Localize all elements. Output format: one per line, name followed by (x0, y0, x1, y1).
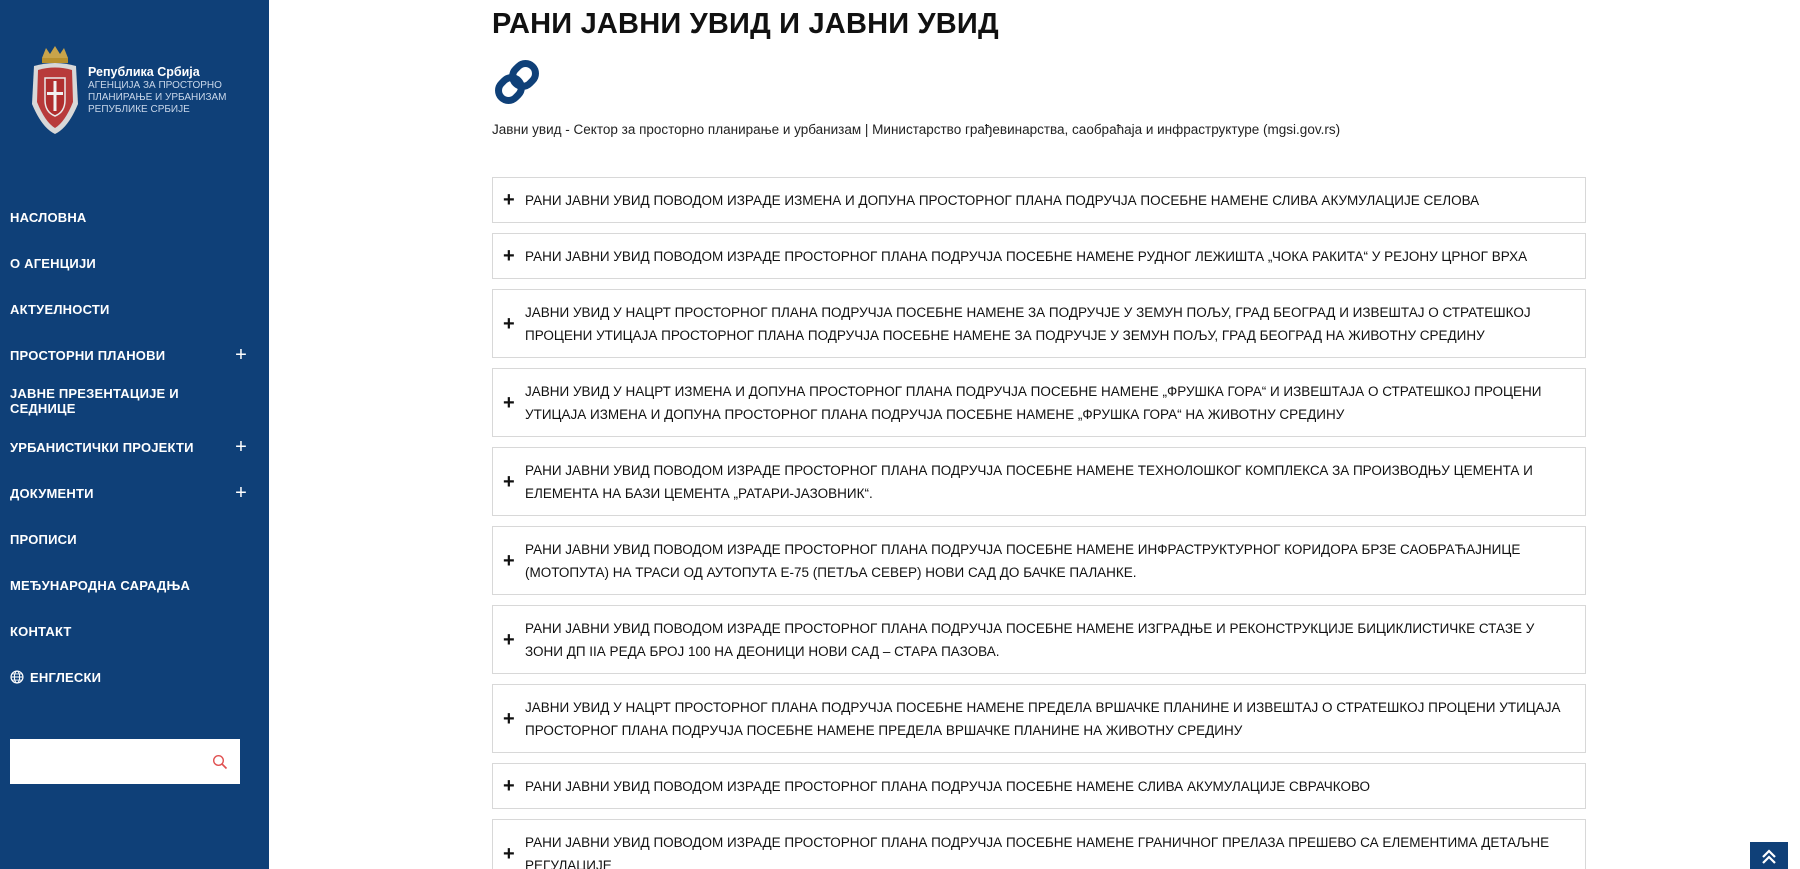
logo-text: Република Србија АГЕНЦИЈА ЗА ПРОСТОРНО П… (88, 65, 227, 116)
accordion-item[interactable]: + РАНИ ЈАВНИ УВИД ПОВОДОМ ИЗРАДЕ ПРОСТОР… (492, 447, 1586, 516)
link-icon[interactable] (492, 56, 542, 108)
plus-icon: + (503, 842, 515, 865)
plus-icon: + (503, 775, 515, 797)
accordion-item-label: РАНИ ЈАВНИ УВИД ПОВОДОМ ИЗРАДЕ ПРОСТОРНО… (525, 248, 1528, 264)
search-input[interactable] (20, 746, 190, 777)
plus-icon: + (503, 470, 515, 493)
expand-icon[interactable]: + (235, 483, 247, 503)
chevrons-up-icon (1762, 849, 1776, 864)
accordion-item-label: РАНИ ЈАВНИ УВИД ПОВОДОМ ИЗРАДЕ ПРОСТОРНО… (525, 778, 1371, 794)
nav-item-label: КОНТАКТ (10, 623, 72, 639)
accordion-item[interactable]: + ЈАВНИ УВИД У НАЦРТ ПРОСТОРНОГ ПЛАНА ПО… (492, 684, 1586, 753)
accordion-item-label: РАНИ ЈАВНИ УВИД ПОВОДОМ ИЗРАДЕ ИЗМЕНА И … (525, 192, 1480, 208)
nav-item-label: ЕНГЛЕСКИ (30, 669, 102, 685)
accordion-item-label: ЈАВНИ УВИД У НАЦРТ ИЗМЕНА И ДОПУНА ПРОСТ… (525, 383, 1542, 422)
nav-item-label: НАСЛОВНА (10, 209, 87, 225)
accordion-item-label: РАНИ ЈАВНИ УВИД ПОВОДОМ ИЗРАДЕ ПРОСТОРНО… (525, 541, 1521, 580)
expand-icon[interactable]: + (235, 345, 247, 365)
accordion-item-label: РАНИ ЈАВНИ УВИД ПОВОДОМ ИЗРАДЕ ПРОСТОРНО… (525, 462, 1533, 501)
accordion-item-label: ЈАВНИ УВИД У НАЦРТ ПРОСТОРНОГ ПЛАНА ПОДР… (525, 699, 1561, 738)
accordion-item[interactable]: + РАНИ ЈАВНИ УВИД ПОВОДОМ ИЗРАДЕ ПРОСТОР… (492, 819, 1586, 869)
nav-item-contact[interactable]: КОНТАКТ (0, 608, 269, 654)
accordion-item-label: ЈАВНИ УВИД У НАЦРТ ПРОСТОРНОГ ПЛАНА ПОДР… (525, 304, 1531, 343)
nav-item-spatial-plans[interactable]: ПРОСТОРНИ ПЛАНОВИ + (0, 332, 269, 378)
site-logo[interactable]: Република Србија АГЕНЦИЈА ЗА ПРОСТОРНО П… (28, 44, 227, 136)
logo-subtitle-line: ПЛАНИРАЊЕ И УРБАНИЗАМ (88, 91, 227, 103)
nav-item-documents[interactable]: ДОКУМЕНТИ + (0, 470, 269, 516)
plus-icon: + (503, 312, 515, 335)
nav-item-public-presentations[interactable]: ЈАВНЕ ПРЕЗЕНТАЦИЈЕ И СЕДНИЦЕ (0, 378, 269, 424)
nav-item-about[interactable]: О АГЕНЦИЈИ (0, 240, 269, 286)
nav-item-label: УРБАНИСТИЧКИ ПРОЈЕКТИ (10, 439, 194, 455)
nav-item-home[interactable]: НАСЛОВНА (0, 194, 269, 240)
nav-item-label: ПРОСТОРНИ ПЛАНОВИ (10, 347, 166, 363)
search-icon[interactable] (212, 754, 228, 770)
logo-title: Република Србија (88, 64, 200, 79)
plus-icon: + (503, 391, 515, 414)
plus-icon: + (503, 707, 515, 730)
nav-item-international[interactable]: МЕЂУНАРОДНА САРАДЊА (0, 562, 269, 608)
accordion-item-label: РАНИ ЈАВНИ УВИД ПОВОДОМ ИЗРАДЕ ПРОСТОРНО… (525, 620, 1535, 659)
source-link[interactable]: Јавни увид - Сектор за просторно планира… (492, 122, 1340, 137)
accordion-item[interactable]: + ЈАВНИ УВИД У НАЦРТ ИЗМЕНА И ДОПУНА ПРО… (492, 368, 1586, 437)
accordion-item-label: РАНИ ЈАВНИ УВИД ПОВОДОМ ИЗРАДЕ ПРОСТОРНО… (525, 834, 1550, 869)
nav-item-urban-projects[interactable]: УРБАНИСТИЧКИ ПРОЈЕКТИ + (0, 424, 269, 470)
nav-item-english[interactable]: ЕНГЛЕСКИ (0, 654, 269, 700)
nav-item-regulations[interactable]: ПРОПИСИ (0, 516, 269, 562)
search-box (10, 739, 240, 784)
accordion-item[interactable]: + РАНИ ЈАВНИ УВИД ПОВОДОМ ИЗРАДЕ ИЗМЕНА … (492, 177, 1586, 223)
page-title: РАНИ ЈАВНИ УВИД И ЈАВНИ УВИД (492, 8, 999, 40)
accordion-item[interactable]: + РАНИ ЈАВНИ УВИД ПОВОДОМ ИЗРАДЕ ПРОСТОР… (492, 763, 1586, 809)
main-nav: НАСЛОВНА О АГЕНЦИЈИ АКТУЕЛНОСТИ ПРОСТОРН… (0, 194, 269, 700)
nav-item-label: АКТУЕЛНОСТИ (10, 301, 110, 317)
accordion: + РАНИ ЈАВНИ УВИД ПОВОДОМ ИЗРАДЕ ИЗМЕНА … (492, 177, 1586, 869)
accordion-item[interactable]: + РАНИ ЈАВНИ УВИД ПОВОДОМ ИЗРАДЕ ПРОСТОР… (492, 233, 1586, 279)
nav-item-label: ПРОПИСИ (10, 531, 77, 547)
back-to-top-button[interactable] (1750, 842, 1788, 869)
globe-icon (10, 670, 24, 684)
nav-item-news[interactable]: АКТУЕЛНОСТИ (0, 286, 269, 332)
coat-of-arms-icon (32, 46, 78, 134)
plus-icon: + (503, 549, 515, 572)
accordion-item[interactable]: + РАНИ ЈАВНИ УВИД ПОВОДОМ ИЗРАДЕ ПРОСТОР… (492, 605, 1586, 674)
accordion-item[interactable]: + ЈАВНИ УВИД У НАЦРТ ПРОСТОРНОГ ПЛАНА ПО… (492, 289, 1586, 358)
logo-subtitle-line: РЕПУБЛИКЕ СРБИЈЕ (88, 103, 190, 115)
expand-icon[interactable]: + (235, 437, 247, 457)
logo-subtitle-line: АГЕНЦИЈА ЗА ПРОСТОРНО (88, 79, 222, 91)
plus-icon: + (503, 628, 515, 651)
nav-item-label: ДОКУМЕНТИ (10, 485, 94, 501)
plus-icon: + (503, 189, 515, 211)
nav-item-english-wrap: ЕНГЛЕСКИ (10, 670, 101, 685)
nav-item-label: О АГЕНЦИЈИ (10, 255, 96, 271)
nav-item-label: МЕЂУНАРОДНА САРАДЊА (10, 577, 191, 593)
sidebar: Република Србија АГЕНЦИЈА ЗА ПРОСТОРНО П… (0, 0, 269, 869)
accordion-item[interactable]: + РАНИ ЈАВНИ УВИД ПОВОДОМ ИЗРАДЕ ПРОСТОР… (492, 526, 1586, 595)
plus-icon: + (503, 245, 515, 267)
nav-item-label: ЈАВНЕ ПРЕЗЕНТАЦИЈЕ И СЕДНИЦЕ (10, 386, 179, 416)
